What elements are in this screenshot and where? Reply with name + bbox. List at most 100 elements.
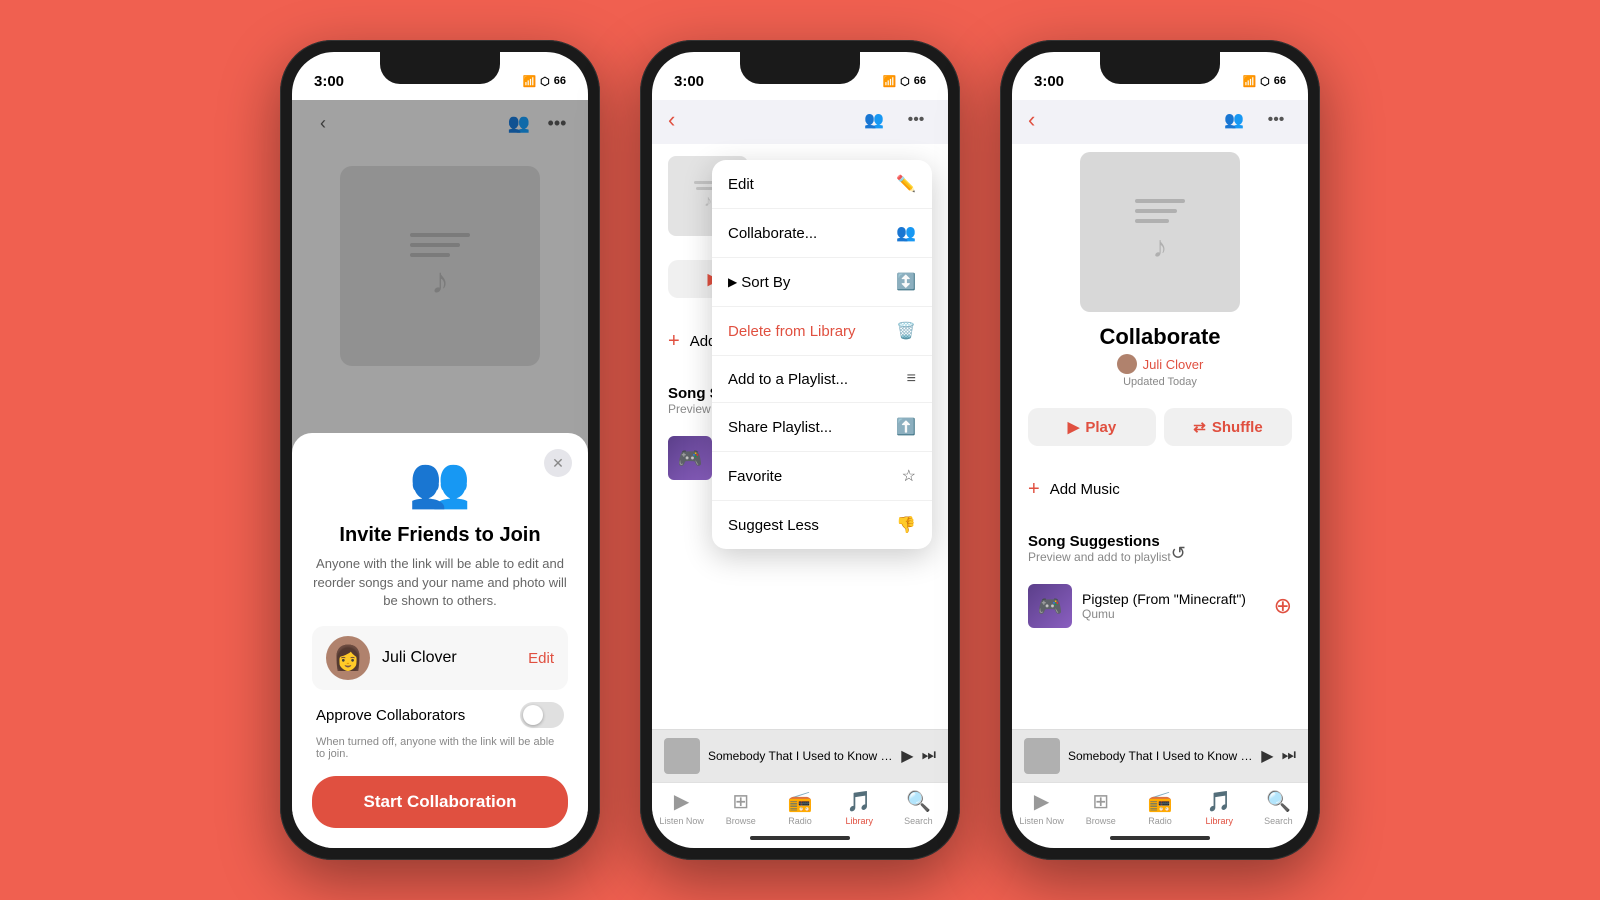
battery-icon: 66 bbox=[554, 75, 566, 87]
dropdown-sort[interactable]: ▶ Sort By ↕️ bbox=[712, 258, 932, 307]
tab-radio-icon-3: 📻 bbox=[1148, 789, 1173, 814]
wifi-icon-3: ⬡ bbox=[1260, 75, 1270, 88]
play-ctrl-3[interactable]: ▶ bbox=[1261, 746, 1273, 766]
dropdown-share[interactable]: Share Playlist... ⬆️ bbox=[712, 403, 932, 452]
add-music-label-3: Add Music bbox=[1050, 481, 1120, 498]
tab-library-label-2: Library bbox=[845, 816, 873, 826]
tab-search-icon-3: 🔍 bbox=[1266, 789, 1291, 814]
back-button-3[interactable]: ‹ bbox=[1028, 107, 1035, 133]
modal-description: Anyone with the link will be able to edi… bbox=[312, 555, 568, 610]
play-button-3[interactable]: ▶ Play bbox=[1028, 408, 1156, 446]
dropdown-collaborate[interactable]: Collaborate... 👥 bbox=[712, 209, 932, 258]
status-time-1: 3:00 bbox=[314, 73, 344, 90]
refresh-icon-3[interactable]: ↺ bbox=[1171, 543, 1186, 564]
approve-toggle[interactable] bbox=[520, 702, 564, 728]
dropdown-delete-label: Delete from Library bbox=[728, 323, 856, 340]
home-indicator-2 bbox=[652, 828, 948, 848]
collaborate-button-3[interactable]: 👥 bbox=[1218, 104, 1250, 136]
user-row: 👩 Juli Clover Edit bbox=[312, 626, 568, 690]
song-artist-3: Qumu bbox=[1082, 607, 1264, 621]
tab-library-icon-2: 🎵 bbox=[847, 789, 872, 814]
suggestions-header-3: Song Suggestions Preview and add to play… bbox=[1028, 533, 1292, 574]
tab-listen-now-3[interactable]: ▶ Listen Now bbox=[1012, 789, 1071, 826]
modal-icons: 👥 bbox=[312, 453, 568, 512]
dropdown-add-playlist-label: Add to a Playlist... bbox=[728, 371, 848, 388]
dropdown-menu: Edit ✏️ Collaborate... 👥 ▶ Sort By ↕️ De… bbox=[712, 160, 932, 549]
screen-content-1: ‹ 👥 ••• ♪ bbox=[292, 100, 588, 848]
signal-icon-3: 📶 bbox=[1242, 75, 1256, 88]
nav-header-3: ‹ 👥 ••• bbox=[1012, 100, 1308, 144]
forward-ctrl-2[interactable]: ⏭ bbox=[922, 747, 936, 765]
dropdown-edit[interactable]: Edit ✏️ bbox=[712, 160, 932, 209]
wifi-icon-2: ⬡ bbox=[900, 75, 910, 88]
dropdown-delete[interactable]: Delete from Library 🗑️ bbox=[712, 307, 932, 356]
tab-search-2[interactable]: 🔍 Search bbox=[889, 789, 948, 826]
play-ctrl-2[interactable]: ▶ bbox=[901, 746, 913, 766]
dropdown-add-playlist[interactable]: Add to a Playlist... ≡ bbox=[712, 356, 932, 403]
music-note-3: ♪ bbox=[1153, 231, 1168, 265]
nav-header-2: ‹ 👥 ••• bbox=[652, 100, 948, 144]
now-playing-controls-3: ▶ ⏭ bbox=[1261, 746, 1296, 766]
play-shuffle-3: ▶ Play ⇄ Shuffle bbox=[1012, 396, 1308, 458]
status-icons-3: 📶 ⬡ 66 bbox=[1242, 75, 1286, 88]
add-song-button-3[interactable]: ⊕ bbox=[1274, 593, 1292, 619]
tab-library-3[interactable]: 🎵 Library bbox=[1190, 789, 1249, 826]
dropdown-suggest-less[interactable]: Suggest Less 👎 bbox=[712, 501, 932, 549]
phone-2: 3:00 📶 ⬡ 66 ‹ 👥 ••• bbox=[640, 40, 960, 860]
approve-row: Approve Collaborators bbox=[312, 702, 568, 728]
collab-header-3: Collaborate Juli Clover Updated Today bbox=[1099, 324, 1220, 388]
tab-search-label-2: Search bbox=[904, 816, 933, 826]
collaborate-button-2[interactable]: 👥 bbox=[858, 104, 890, 136]
shuffle-button-3[interactable]: ⇄ Shuffle bbox=[1164, 408, 1292, 446]
tab-listen-icon-3: ▶ bbox=[1034, 789, 1049, 814]
people-icon: 👥 bbox=[409, 453, 471, 512]
dropdown-suggest-less-label: Suggest Less bbox=[728, 517, 819, 534]
dropdown-edit-label: Edit bbox=[728, 176, 754, 193]
start-collaboration-button[interactable]: Start Collaboration bbox=[312, 776, 568, 828]
dropdown-collaborate-label: Collaborate... bbox=[728, 225, 817, 242]
suggestions-title-text-3: Song Suggestions bbox=[1028, 533, 1171, 550]
notch-2 bbox=[740, 52, 860, 84]
suggestions-title-wrap-3: Song Suggestions Preview and add to play… bbox=[1028, 533, 1171, 574]
now-playing-bar-3: Somebody That I Used to Know (... ▶ ⏭ bbox=[1012, 729, 1308, 782]
collaborate-menu-icon: 👥 bbox=[896, 223, 916, 243]
signal-icon-2: 📶 bbox=[882, 75, 896, 88]
minecraft-icon-3: 🎮 bbox=[1038, 594, 1063, 619]
tab-search-3[interactable]: 🔍 Search bbox=[1249, 789, 1308, 826]
suggestions-section-3: Song Suggestions Preview and add to play… bbox=[1012, 521, 1308, 729]
tab-library-label-3: Library bbox=[1205, 816, 1233, 826]
now-playing-art-3 bbox=[1024, 738, 1060, 774]
shuffle-icon-3: ⇄ bbox=[1193, 418, 1206, 436]
more-button-3[interactable]: ••• bbox=[1260, 104, 1292, 136]
phone-1: 3:00 📶 ⬡ 66 ‹ 👥 ••• bbox=[280, 40, 600, 860]
forward-ctrl-3[interactable]: ⏭ bbox=[1282, 747, 1296, 765]
edit-button[interactable]: Edit bbox=[528, 650, 554, 667]
battery-icon-3: 66 bbox=[1274, 75, 1286, 87]
sort-icon: ↕️ bbox=[896, 272, 916, 292]
collab-updated-3: Updated Today bbox=[1099, 376, 1220, 388]
tab-radio-2[interactable]: 📻 Radio bbox=[770, 789, 829, 826]
tab-browse-2[interactable]: ⊞ Browse bbox=[711, 789, 770, 826]
suggestions-subtitle-3: Preview and add to playlist bbox=[1028, 550, 1171, 564]
now-playing-title-2: Somebody That I Used to Know (... bbox=[708, 749, 893, 763]
approve-label: Approve Collaborators bbox=[316, 707, 520, 724]
collab-user-3: Juli Clover bbox=[1099, 354, 1220, 374]
now-playing-info-2: Somebody That I Used to Know (... bbox=[708, 749, 893, 763]
add-music-row-3[interactable]: + Add Music bbox=[1012, 466, 1308, 513]
avatar-face: 👩 bbox=[333, 644, 363, 673]
status-time-3: 3:00 bbox=[1034, 73, 1064, 90]
collab-avatar-3 bbox=[1117, 354, 1137, 374]
tab-bar-3: ▶ Listen Now ⊞ Browse 📻 Radio 🎵 Library … bbox=[1012, 782, 1308, 828]
tab-browse-3[interactable]: ⊞ Browse bbox=[1071, 789, 1130, 826]
invite-modal: ✕ 👥 Invite Friends to Join Anyone with t… bbox=[292, 433, 588, 848]
dropdown-favorite[interactable]: Favorite ☆ bbox=[712, 452, 932, 501]
modal-title: Invite Friends to Join bbox=[312, 524, 568, 547]
user-name-label: Juli Clover bbox=[382, 649, 528, 667]
tab-listen-now-2[interactable]: ▶ Listen Now bbox=[652, 789, 711, 826]
more-button-2[interactable]: ••• bbox=[900, 104, 932, 136]
now-playing-controls-2: ▶ ⏭ bbox=[901, 746, 936, 766]
tab-library-2[interactable]: 🎵 Library bbox=[830, 789, 889, 826]
add-plus-icon-2: + bbox=[668, 330, 680, 353]
back-button-2[interactable]: ‹ bbox=[668, 107, 675, 133]
tab-radio-3[interactable]: 📻 Radio bbox=[1130, 789, 1189, 826]
